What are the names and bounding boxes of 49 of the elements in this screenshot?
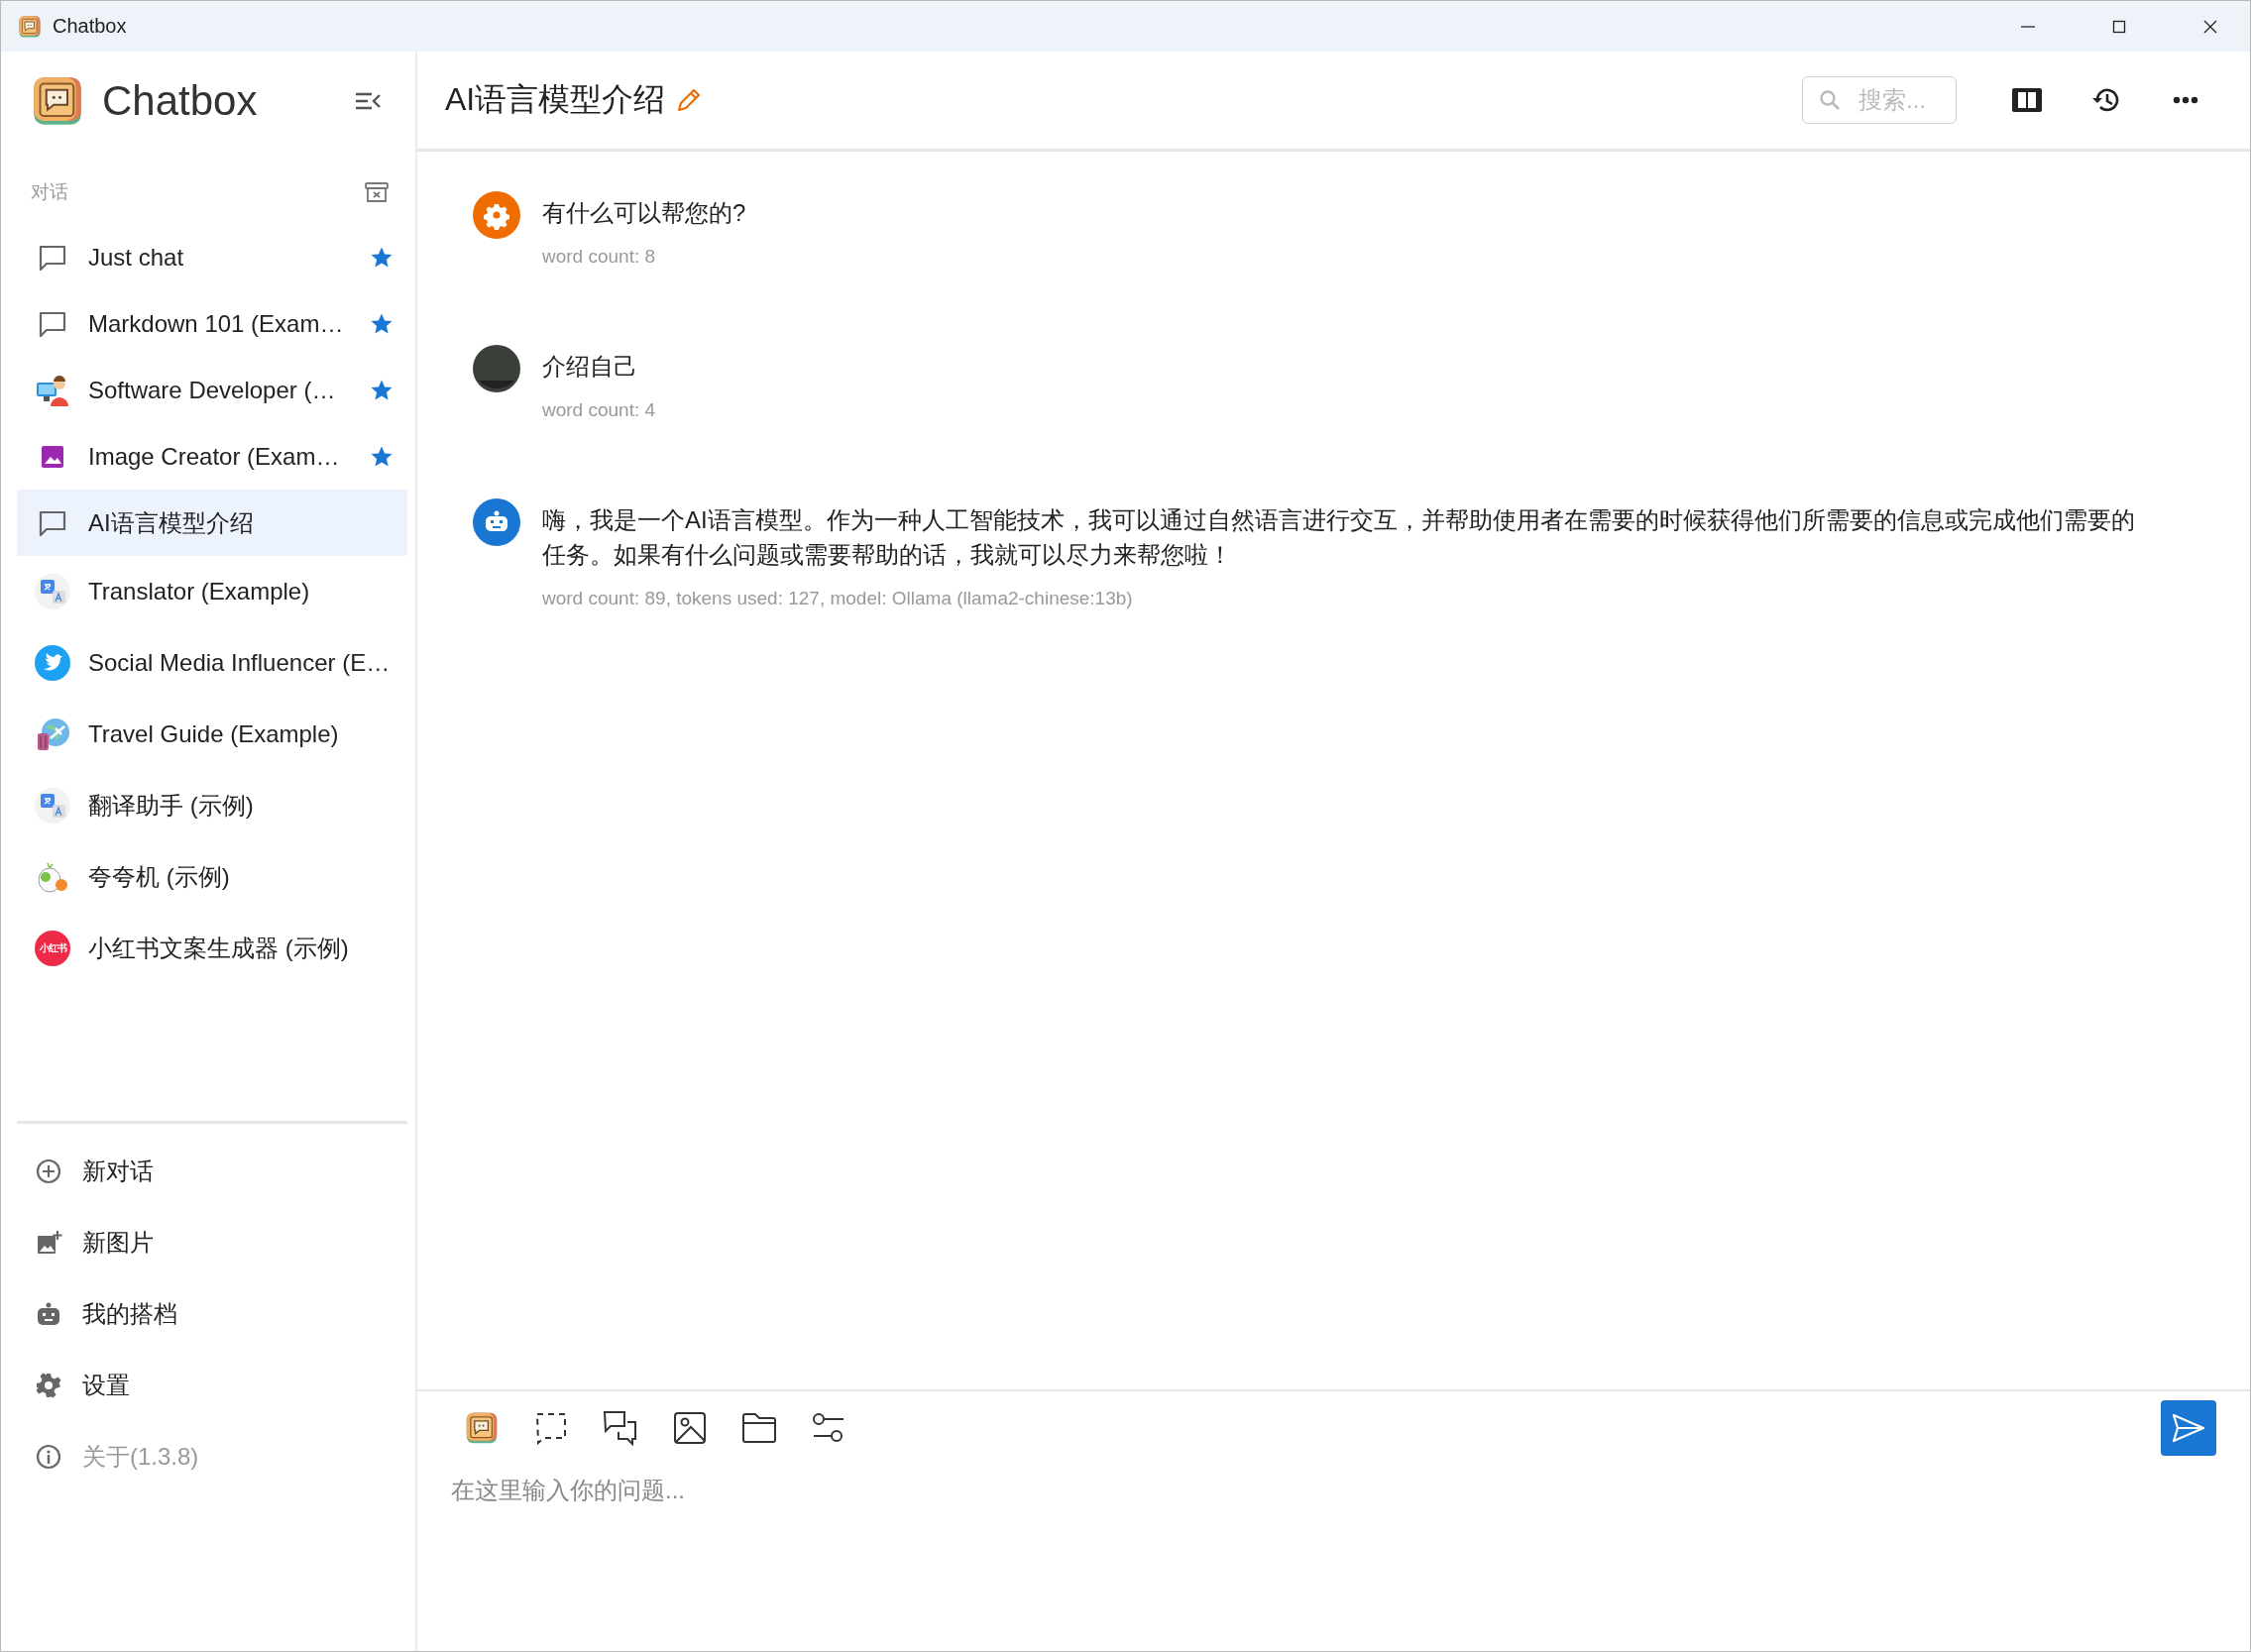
message-meta: word count: 4	[542, 399, 656, 421]
maximize-icon	[2111, 18, 2127, 35]
robot-icon	[35, 1300, 62, 1328]
section-label: 对话	[31, 180, 69, 204]
menu-item[interactable]: 新图片	[17, 1207, 407, 1278]
conversation-item[interactable]: 翻译助手 (示例)	[17, 770, 407, 841]
message-meta: word count: 89, tokens used: 127, model: Ollama (llama2-chinese:13b)	[542, 588, 1134, 609]
conversation-item[interactable]: Just chat	[17, 224, 407, 290]
message-meta: word count: 8	[542, 246, 657, 268]
conversation-item[interactable]: Translator (Example)	[17, 556, 407, 627]
gear-avatar	[473, 191, 520, 239]
bird-icon	[35, 645, 70, 681]
add-circle-icon	[35, 1157, 62, 1185]
conversation-item[interactable]: Markdown 101 (Exam…	[17, 290, 407, 357]
app-logo-icon	[33, 76, 82, 126]
globe-icon	[35, 716, 70, 752]
message-text: 嗨，我是一个AI语言模型。作为一种人工智能技术，我可以通过自然语言进行交互，并帮助使用者在需要的时候获得他们所需要的信息或完成他们需要的任务。如果有什么问题或需要帮助的话，我就可以尽力来帮您啦！	[542, 505, 2136, 570]
app-logo-icon[interactable]	[466, 1412, 498, 1444]
archive-icon[interactable]	[364, 180, 390, 204]
avatar-badge: 小红书	[35, 931, 70, 966]
conversation-item[interactable]: Travel Guide (Example)	[17, 699, 407, 770]
minimize-icon	[2021, 25, 2035, 28]
conversation-item[interactable]: 夸夸机 (示例)	[17, 841, 407, 913]
add-image-icon	[35, 1229, 62, 1257]
search-icon	[1818, 88, 1842, 112]
info-icon	[35, 1443, 62, 1471]
conversation-item[interactable]: 小红书 小红书文案生成器 (示例)	[17, 913, 407, 984]
settings-icon	[35, 1372, 62, 1399]
menu-item[interactable]: 设置	[17, 1350, 407, 1421]
conversation-item[interactable]: Image Creator (Exam…	[17, 423, 407, 490]
translate-icon	[35, 574, 70, 609]
search-field[interactable]: 搜索...	[1802, 76, 1957, 124]
window-title: Chatbox	[53, 15, 127, 38]
send-button[interactable]	[2161, 1400, 2216, 1456]
message-text: 介绍自己	[542, 352, 638, 382]
conversation-title: AI语言模型介绍	[445, 80, 666, 119]
conversation-item[interactable]: Social Media Influencer (E…	[17, 627, 407, 699]
message-text: 有什么可以帮您的?	[542, 198, 746, 228]
send-icon	[2172, 1413, 2205, 1443]
user-avatar	[473, 345, 520, 392]
menu-item[interactable]: 新对话	[17, 1136, 407, 1207]
close-icon	[2202, 18, 2218, 35]
app-name: Chatbox	[102, 77, 258, 125]
robot-avatar	[473, 498, 520, 546]
app-logo-icon	[19, 15, 41, 38]
conversation-item[interactable]: AI语言模型介绍	[17, 490, 407, 556]
translate-icon	[35, 788, 70, 824]
menu-item[interactable]: 我的搭档	[17, 1278, 407, 1350]
conversation-item[interactable]: Software Developer (…	[17, 357, 407, 423]
